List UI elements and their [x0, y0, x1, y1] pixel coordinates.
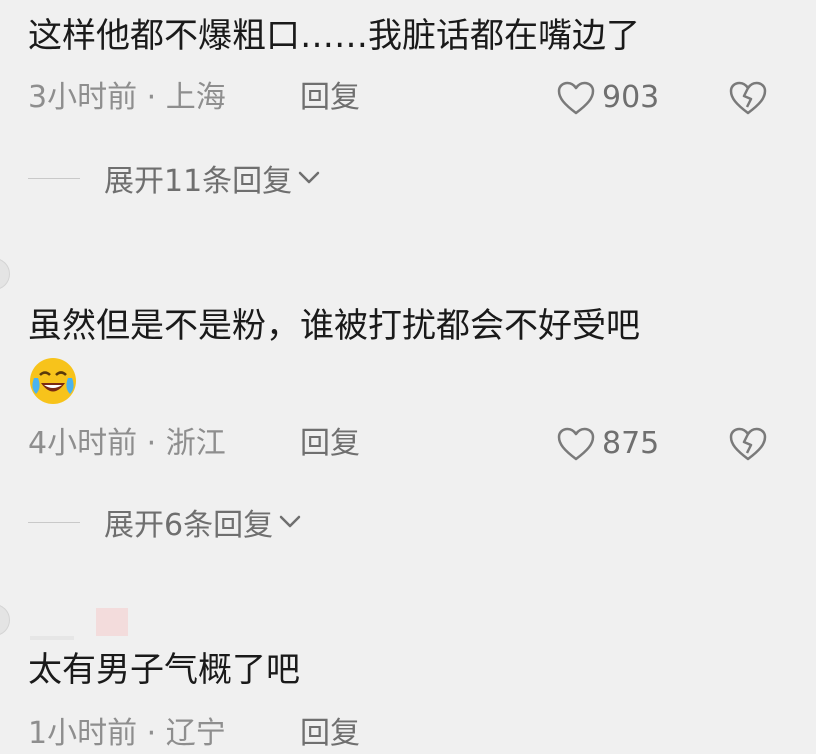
- like-button[interactable]: 875: [556, 424, 659, 464]
- blurred-username: [30, 636, 74, 640]
- comment-time-location: 4小时前 · 浙江: [28, 426, 226, 461]
- comment-meta: 3小时前 · 上海 回复 903: [28, 78, 816, 118]
- broken-heart-icon: [729, 81, 767, 115]
- avatar[interactable]: [0, 258, 10, 290]
- comment-text: 这样他都不爆粗口……我脏话都在嘴边了: [28, 16, 640, 56]
- reply-button[interactable]: 回复: [300, 424, 360, 464]
- divider-line: [28, 521, 80, 523]
- comment-meta: 4小时前 · 浙江 回复 875: [28, 424, 816, 464]
- chevron-down-icon: [298, 171, 320, 184]
- heart-outline-icon: [557, 81, 595, 115]
- laughing-crying-emoji: [30, 358, 76, 404]
- dislike-button[interactable]: [728, 426, 768, 473]
- comment-time-location: 1小时前 · 辽宁: [28, 716, 226, 751]
- divider-line: [28, 177, 80, 179]
- reply-button[interactable]: 回复: [300, 78, 360, 118]
- expand-replies-button[interactable]: 展开6条回复: [28, 502, 301, 543]
- comment-text: 太有男子气概了吧: [28, 650, 300, 690]
- dislike-button[interactable]: [728, 80, 768, 127]
- heart-outline-icon: [557, 427, 595, 461]
- like-button[interactable]: 903: [556, 78, 659, 118]
- like-count: 903: [602, 80, 660, 115]
- like-count: 875: [602, 426, 660, 461]
- expand-replies-button[interactable]: 展开11条回复: [28, 158, 320, 199]
- comment-meta: 1小时前 · 辽宁 回复: [28, 714, 816, 754]
- expand-label: 展开6条回复: [104, 508, 274, 543]
- reply-button[interactable]: 回复: [300, 714, 360, 754]
- avatar[interactable]: [0, 604, 10, 636]
- broken-heart-icon: [729, 427, 767, 461]
- chevron-down-icon: [279, 515, 301, 528]
- blurred-username: [96, 608, 128, 636]
- expand-label: 展开11条回复: [104, 164, 293, 199]
- comment-time-location: 3小时前 · 上海: [28, 80, 226, 115]
- comment-text: 虽然但是不是粉，谁被打扰都会不好受吧: [28, 306, 640, 346]
